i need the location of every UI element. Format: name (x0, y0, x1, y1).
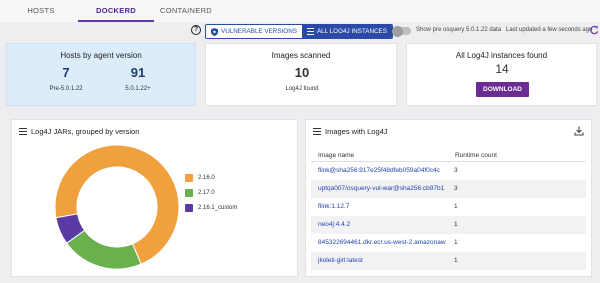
image-name-link[interactable]: neo4j:4.4.2 (318, 216, 454, 234)
instances-card-title: All Log4J instances found (455, 51, 548, 60)
jars-panel-header: Log4J JARs, grouped by version (19, 127, 139, 136)
column-header-image-name: Image name (318, 152, 355, 159)
runtime-count: 3 (454, 185, 458, 192)
images-panel-title: Images with Log4J (325, 127, 388, 136)
help-icon[interactable]: ? (191, 25, 201, 35)
tab-hosts[interactable]: HOSTS (14, 0, 68, 22)
runtime-count: 1 (454, 239, 458, 246)
shield-icon (211, 27, 218, 36)
refresh-icon[interactable] (590, 25, 599, 35)
legend-swatch (185, 204, 193, 212)
legend-swatch (185, 189, 193, 197)
runtime-count: 3 (454, 167, 458, 174)
vulnerable-versions-button[interactable]: VULNERABLE VERSIONS (206, 25, 302, 38)
view-toggle-group: VULNERABLE VERSIONS ALL LOG4J INSTANCES (205, 24, 393, 39)
runtime-count: 1 (454, 203, 458, 210)
vulnerable-versions-label: VULNERABLE VERSIONS (221, 28, 297, 35)
image-name-link[interactable]: 845322694461.dkr.ecr.us-west-2.amazonaw (318, 234, 454, 252)
donut-slice-2-17-0[interactable] (65, 229, 142, 270)
images-scanned-label: Log4J found (285, 86, 319, 92)
tab-dockerd[interactable]: DOCKERD (78, 0, 154, 22)
table-row: neo4j:4.4.2 1 (311, 216, 586, 234)
runtime-count: 1 (454, 257, 458, 264)
download-button[interactable]: DOWNLOAD (476, 82, 529, 97)
prerelease-toggle-label: Show pre osquery 5.0.1.22 data (416, 27, 502, 33)
toggle-knob (392, 25, 403, 37)
legend-label: 2.16.1_custom (198, 205, 238, 211)
runtime-count: 1 (454, 221, 458, 228)
table-row: uptqa007/osquery-vul-war@sha256:cb97b1 3 (311, 180, 586, 198)
images-panel-header: Images with Log4J (313, 127, 388, 136)
legend-swatch (185, 174, 193, 182)
tab-containerd[interactable]: CONTAINERD (157, 0, 215, 22)
table-row: jkoleti-girl:latest 1 (311, 252, 586, 270)
pre-version-label: Pre-5.0.1.22 (49, 86, 83, 92)
table-row: flink:1.12.7 1 (311, 198, 586, 216)
image-name-link[interactable]: uptqa007/osquery-vul-war@sha256:cb97b1 (318, 180, 454, 198)
donut-chart (54, 144, 180, 270)
jars-panel-title: Log4J JARs, grouped by version (31, 127, 140, 136)
pre-version-count: 7 (62, 65, 70, 80)
legend-label: 2.16.0 (198, 175, 215, 181)
all-instances-button[interactable]: ALL LOG4J INSTANCES (301, 25, 392, 38)
all-instances-label: ALL LOG4J INSTANCES (316, 28, 387, 35)
image-name-link[interactable]: jkoleti-girl:latest (318, 252, 454, 270)
legend-label: 2.17.0 (198, 190, 215, 196)
top-tabs: HOSTS DOCKERD CONTAINERD (0, 0, 600, 22)
hosts-by-agent-card: Hosts by agent version 7 91 Pre-5.0.1.22… (6, 43, 196, 106)
table-row: 845322694461.dkr.ecr.us-west-2.amazonaw … (311, 234, 586, 252)
prerelease-toggle[interactable] (392, 25, 411, 37)
table-row: flink@sha256:917e25f48dfeb059a04f0c4c 3 (311, 162, 586, 180)
images-card-title: Images scanned (271, 51, 331, 60)
image-name-link[interactable]: flink@sha256:917e25f48dfeb059a04f0c4c (318, 162, 454, 180)
image-name-link[interactable]: flink:1.12.7 (318, 198, 454, 216)
legend-item: 2.16.0 (185, 174, 215, 182)
instances-count: 14 (495, 62, 509, 76)
legend-item: 2.16.1_custom (185, 204, 237, 212)
column-header-runtime-count: Runtime count (455, 152, 497, 159)
legend-item: 2.17.0 (185, 189, 215, 197)
list-icon (19, 128, 27, 135)
images-scanned-count: 10 (294, 65, 310, 80)
last-updated-text: Last updated a few seconds ago (506, 27, 593, 33)
list-icon (306, 28, 314, 35)
hosts-card-title: Hosts by agent version (60, 51, 142, 60)
post-version-label: 5.0.1.22+ (125, 86, 151, 92)
images-scanned-card: Images scanned 10 Log4J found (205, 43, 397, 106)
download-icon[interactable] (574, 126, 584, 136)
post-version-count: 91 (130, 65, 146, 80)
list-icon (313, 128, 321, 135)
